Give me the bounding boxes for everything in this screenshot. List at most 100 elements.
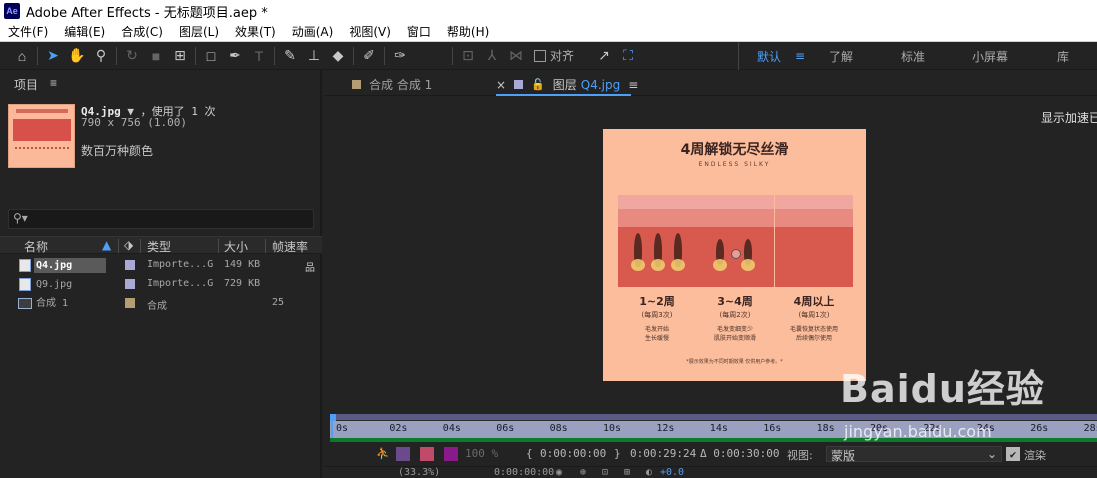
set-in-point-icon[interactable]: { (526, 447, 533, 460)
poster-subtitle: ENDLESS SILKY (698, 161, 771, 168)
type-tool-icon[interactable]: T (247, 45, 271, 67)
menu-layer[interactable]: 图层(L) (171, 23, 227, 40)
pan-behind-tool-icon[interactable]: ⊞ (168, 45, 192, 67)
follicle-glow (713, 259, 727, 271)
menu-file[interactable]: 文件(F) (0, 23, 56, 40)
label-color-chip[interactable] (125, 298, 135, 308)
project-row-q4[interactable]: Q4.jpg Importe...G 149 KB 品 (0, 256, 322, 275)
exposure-value[interactable]: +0.0 (660, 467, 684, 478)
out-point-time[interactable]: 0:00:29:24 (630, 447, 696, 460)
menu-edit[interactable]: 编辑(E) (56, 23, 113, 40)
color-swatch-icon[interactable] (444, 447, 458, 461)
follicle-glow (741, 259, 755, 271)
rotate-tool-icon[interactable]: ↻ (120, 45, 144, 67)
pen-tool-icon[interactable]: ✒ (223, 45, 247, 67)
brush-tool-icon[interactable]: ✎ (278, 45, 302, 67)
work-area-bar[interactable] (330, 414, 1097, 420)
toolbar-divider (195, 46, 196, 65)
tab-layer[interactable]: × 🔓 图层 Q4.jpg ≡ (496, 76, 638, 93)
menu-view[interactable]: 视图(V) (341, 23, 399, 40)
active-tab-indicator (496, 94, 631, 96)
home-icon[interactable]: ⌂ (10, 45, 34, 67)
column-size[interactable]: 大小 (224, 238, 248, 255)
time-ruler-tick: 10s (603, 423, 622, 434)
reset-exposure-icon[interactable]: ◐ (646, 467, 652, 478)
local-axis-icon[interactable]: ⊡ (456, 45, 480, 67)
workspace-standard[interactable]: 标准 (901, 48, 925, 65)
project-column-header: 名称 ▲ ⬗ 类型 大小 帧速率 (0, 236, 322, 254)
menu-help[interactable]: 帮助(H) (439, 23, 497, 40)
sort-ascending-icon[interactable]: ▲ (102, 238, 111, 252)
close-tab-icon[interactable]: × (496, 78, 506, 92)
snapping-checkbox[interactable] (534, 49, 546, 62)
magnification-value[interactable]: (33.3%) (398, 467, 440, 478)
column-frame-rate[interactable]: 帧速率 (272, 238, 308, 255)
view-axis-icon[interactable]: ⋈ (504, 45, 528, 67)
workspace-libraries[interactable]: 库 (1057, 48, 1069, 65)
stage-1-line-1: 毛发开始 (644, 326, 669, 333)
workspace-menu-icon[interactable]: ≡ (795, 49, 805, 63)
puppet-icon[interactable]: ⛹ (376, 447, 390, 460)
eraser-tool-icon[interactable]: ◆ (326, 45, 350, 67)
tab-menu-icon[interactable]: ≡ (628, 78, 638, 92)
skin-surface (775, 195, 853, 209)
menu-effect[interactable]: 效果(T) (227, 23, 284, 40)
label-color-chip[interactable] (125, 279, 135, 289)
project-row-q9[interactable]: Q9.jpg Importe...G 729 KB (0, 275, 322, 294)
snap-features-icon[interactable]: ⛶ (616, 45, 640, 67)
lock-icon[interactable]: 🔓 (531, 78, 545, 91)
render-checkbox[interactable]: ✔ (1006, 447, 1020, 461)
layer-image-preview[interactable]: 4周解锁无尽丝滑 ENDLESS SILKY 1~2周 (每周3次) 毛发开始 … (603, 129, 866, 381)
time-ruler-tick: 0s (336, 423, 349, 434)
camera-tool-icon[interactable]: ■ (144, 45, 168, 67)
snapping-toggle[interactable]: 对齐 (534, 47, 574, 64)
project-row-comp1[interactable]: 合成 1 合成 25 (0, 294, 322, 313)
snap-edges-icon[interactable]: ↗ (592, 45, 616, 67)
mouse-cursor-icon (731, 249, 741, 259)
stage-1-title: 1~2周 (639, 295, 675, 308)
mask-toggle-icon[interactable] (420, 447, 434, 461)
in-point-time[interactable]: 0:00:00:00 (540, 447, 606, 460)
item-thumbnail (8, 104, 75, 168)
workspace-default[interactable]: 默认 (757, 48, 781, 65)
stage-2-line-1: 毛发变细变少 (716, 326, 753, 333)
roto-brush-tool-icon[interactable]: ✐ (357, 45, 381, 67)
project-search-input[interactable]: ⚲▾ (8, 209, 314, 229)
column-name[interactable]: 名称 (24, 238, 48, 255)
channel-icon[interactable]: ⊕ (580, 467, 586, 478)
set-out-point-icon[interactable]: } (614, 447, 621, 460)
thumbnail-text-lines (15, 147, 69, 161)
comp-label-chip (352, 80, 361, 89)
transparency-grid-icon[interactable]: ⊞ (624, 467, 630, 478)
hand-tool-icon[interactable]: ✋ (65, 45, 89, 67)
world-axis-icon[interactable]: ⅄ (480, 45, 504, 67)
current-time[interactable]: 0:00:00:00 (494, 467, 554, 478)
flowchart-icon[interactable]: 品 (305, 259, 315, 274)
toolbar-divider (353, 46, 354, 65)
clone-stamp-tool-icon[interactable]: ⊥ (302, 45, 326, 67)
selection-tool-icon[interactable]: ➤ (41, 45, 65, 67)
menu-window[interactable]: 窗口 (399, 23, 439, 40)
zoom-percent[interactable]: 100 % (465, 447, 498, 460)
time-ruler-tick: 04s (442, 423, 461, 434)
panel-menu-icon[interactable]: ≡ (50, 76, 57, 90)
puppet-pin-tool-icon[interactable]: ✑ (388, 45, 412, 67)
menu-animation[interactable]: 动画(A) (284, 23, 342, 40)
menu-composition[interactable]: 合成(C) (113, 23, 171, 40)
skin-layer (618, 209, 696, 227)
region-icon[interactable]: ⊡ (602, 467, 608, 478)
rectangle-tool-icon[interactable]: □ (199, 45, 223, 67)
workspace-learn[interactable]: 了解 (829, 48, 853, 65)
follicle-glow (651, 259, 665, 271)
stage-1-description: 毛发开始 生长缓慢 (618, 325, 696, 343)
project-tab[interactable]: 项目 (14, 76, 38, 93)
label-tag-icon[interactable]: ⬗ (124, 238, 133, 252)
tab-composition[interactable]: 合成 合成 1 (352, 76, 432, 93)
snapshot-icon[interactable]: ◉ (556, 467, 562, 478)
zoom-tool-icon[interactable]: ⚲ (89, 45, 113, 67)
column-type[interactable]: 类型 (147, 238, 171, 255)
motion-path-toggle-icon[interactable] (396, 447, 410, 461)
view-dropdown[interactable]: 蒙版 ⌄ (826, 446, 1002, 463)
label-color-chip[interactable] (125, 260, 135, 270)
workspace-small-screen[interactable]: 小屏幕 (972, 48, 1008, 65)
